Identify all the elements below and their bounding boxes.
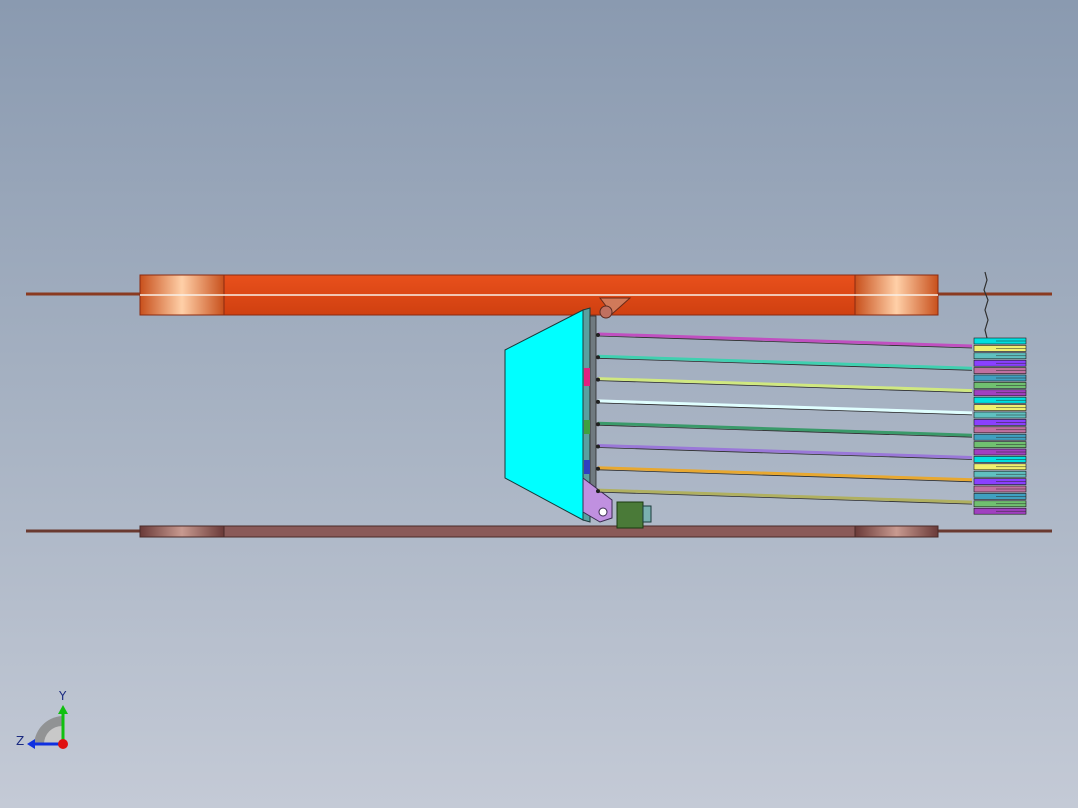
model-scene[interactable]: Y Z [0, 0, 1078, 808]
tension-bar [597, 399, 973, 415]
orientation-triad[interactable]: Y Z [16, 689, 68, 749]
bar-end-cap [596, 489, 600, 494]
tension-bar-edge [597, 357, 973, 371]
x-axis-dot [58, 739, 68, 749]
tension-bar [597, 332, 973, 348]
tension-bar [597, 421, 973, 437]
bar-end-cap [596, 444, 600, 449]
bar-end-cap [596, 355, 600, 360]
upper-frame [139, 274, 939, 316]
tension-bar-edge [597, 380, 973, 393]
roller-drive [616, 501, 652, 529]
z-axis-label: Z [16, 734, 24, 748]
bar-end-cap [596, 399, 600, 404]
tension-bar-edge [597, 335, 973, 349]
tension-bar [597, 488, 973, 504]
z-axis-arrowhead [27, 739, 35, 749]
bar-end-cap [596, 466, 600, 471]
tension-bar [597, 354, 973, 370]
antenna-wire [983, 271, 989, 339]
tension-bar [597, 444, 973, 459]
blade-stack [973, 337, 1027, 515]
tension-bar-edge [597, 447, 973, 460]
y-axis-label: Y [58, 689, 67, 703]
cyan-panel [504, 307, 597, 523]
tension-bar-edge [597, 491, 973, 505]
tension-bar-edge [597, 402, 973, 416]
tension-bar-edge [597, 469, 973, 483]
lower-frame [139, 525, 939, 538]
cad-viewport[interactable]: Y Z [0, 0, 1078, 808]
bar-end-cap [596, 333, 600, 337]
tension-bars [596, 332, 973, 505]
bar-end-cap [596, 422, 600, 427]
tension-bar [597, 466, 973, 482]
tension-bar [597, 377, 973, 393]
bar-end-cap [596, 377, 600, 382]
tension-bar-edge [597, 424, 973, 438]
y-axis-arrowhead [58, 705, 68, 714]
